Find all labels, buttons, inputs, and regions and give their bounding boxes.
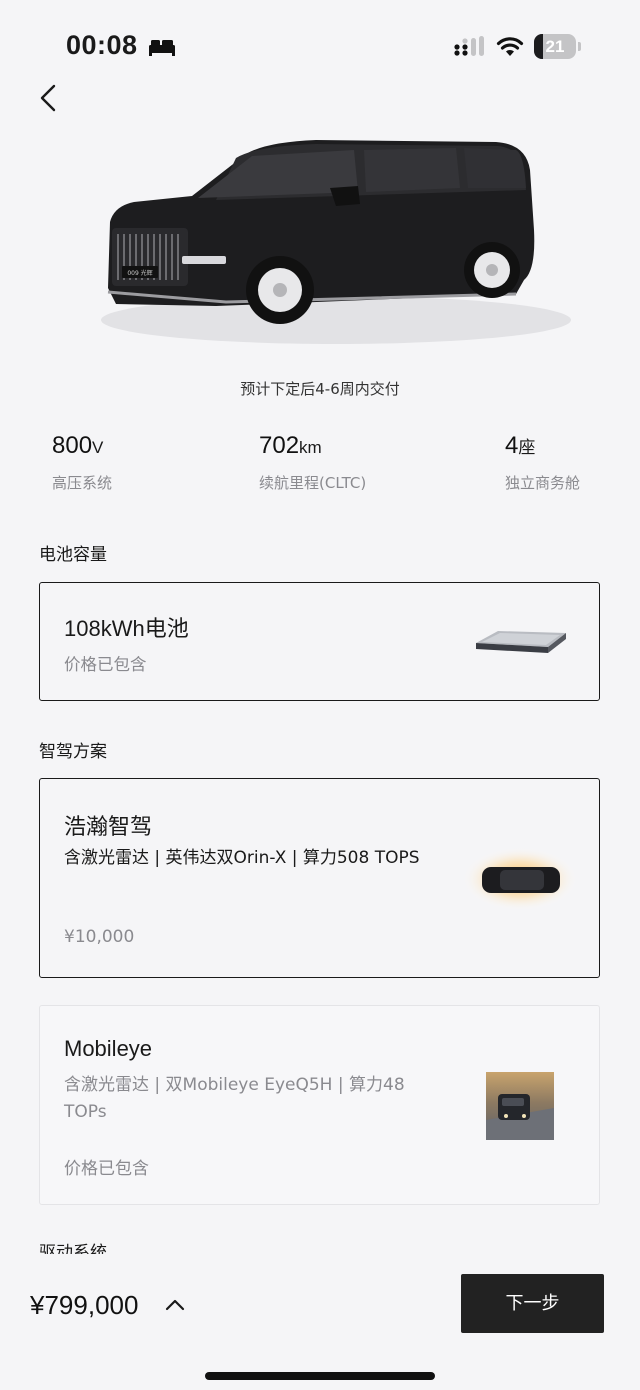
vehicle-image: 009 光辉 <box>101 140 571 344</box>
adas-option-card-haohan[interactable]: 浩瀚智驾 含激光雷达 | 英伟达双Orin-X | 算力508 TOPS ¥10… <box>39 778 600 978</box>
spec-value: 4 <box>505 432 519 459</box>
spec-label: 独立商务舱 <box>505 474 581 492</box>
lidar-car-icon <box>462 847 578 911</box>
adas-option-card-mobileye[interactable]: Mobileye 含激光雷达 | 双Mobileye EyeQ5H | 算力48… <box>39 1005 600 1205</box>
cellular-signal-icon <box>454 36 484 56</box>
road-scene-thumbnail <box>486 1072 554 1140</box>
adas-option-description: 含激光雷达 | 英伟达双Orin-X | 算力508 TOPS <box>64 848 420 868</box>
bottom-bar: ¥799,000 下一步 <box>0 1262 640 1390</box>
back-button[interactable] <box>30 78 70 118</box>
adas-option-title: Mobileye <box>64 1036 153 1061</box>
status-bar: 00:08 21 <box>0 0 640 80</box>
spec-range: 702km 续航里程(CLTC) <box>259 432 366 493</box>
license-plate: 009 光辉 <box>127 269 152 277</box>
total-price: ¥799,000 <box>30 1290 139 1320</box>
battery-option-card[interactable]: 108kWh电池 价格已包含 <box>39 582 600 701</box>
adas-option-price: 价格已包含 <box>64 1159 149 1179</box>
spec-value: 702 <box>259 432 300 459</box>
sleep-mode-icon <box>149 40 175 56</box>
spec-label: 高压系统 <box>52 474 113 492</box>
spec-unit: V <box>92 438 104 457</box>
home-indicator <box>205 1372 435 1380</box>
next-step-button[interactable]: 下一步 <box>461 1274 604 1333</box>
battery-level: 21 <box>545 37 565 56</box>
status-time: 00:08 <box>66 30 138 60</box>
chevron-up-icon[interactable] <box>164 1294 186 1316</box>
battery-section-title: 电池容量 <box>39 545 107 565</box>
spec-unit: 座 <box>518 438 536 457</box>
spec-value: 800 <box>52 432 93 459</box>
adas-option-description: 含激光雷达 | 双Mobileye EyeQ5H | 算力48 TOPs <box>64 1075 405 1122</box>
wifi-icon <box>496 37 524 56</box>
battery-icon: 21 <box>534 34 582 60</box>
spec-seats: 4座 独立商务舱 <box>505 432 580 493</box>
adas-section-title: 智驾方案 <box>39 742 107 762</box>
spec-voltage: 800V 高压系统 <box>52 432 112 493</box>
drive-section-title: 驱动系统 <box>39 1243 107 1254</box>
battery-pack-icon <box>476 631 566 653</box>
spec-unit: km <box>299 438 322 457</box>
battery-option-price: 价格已包含 <box>64 655 147 674</box>
delivery-note: 预计下定后4-6周内交付 <box>240 380 400 398</box>
spec-label: 续航里程(CLTC) <box>259 474 367 492</box>
battery-option-title: 108kWh电池 <box>64 616 189 641</box>
adas-option-price: ¥10,000 <box>64 927 135 947</box>
adas-option-title: 浩瀚智驾 <box>64 814 153 839</box>
